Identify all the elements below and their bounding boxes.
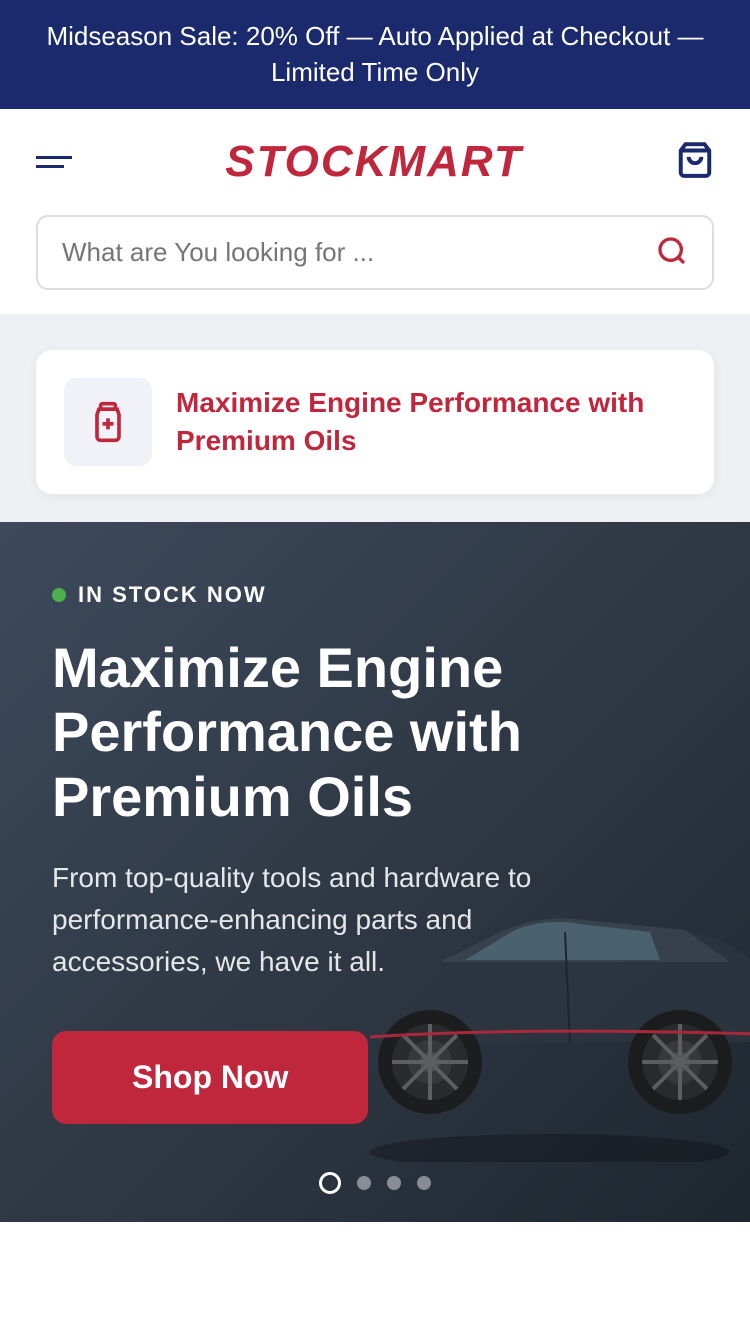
search-button[interactable] <box>656 235 688 270</box>
in-stock-badge: IN STOCK NOW <box>52 582 698 608</box>
product-card[interactable]: Maximize Engine Performance with Premium… <box>36 350 714 494</box>
search-input[interactable] <box>62 237 656 268</box>
in-stock-label: IN STOCK NOW <box>78 582 267 608</box>
pagination-dot-2[interactable] <box>357 1176 371 1190</box>
pagination-dot-1[interactable] <box>319 1172 341 1194</box>
promo-banner: Midseason Sale: 20% Off — Auto Applied a… <box>0 0 750 109</box>
header: STOCKMART <box>0 109 750 215</box>
pagination-dots <box>0 1172 750 1194</box>
shop-now-button[interactable]: Shop Now <box>52 1031 368 1124</box>
search-bar <box>36 215 714 290</box>
gray-section: Maximize Engine Performance with Premium… <box>0 314 750 1222</box>
product-card-title: Maximize Engine Performance with Premium… <box>176 384 686 460</box>
oil-bottle-icon <box>86 400 130 444</box>
menu-icon[interactable] <box>36 156 72 168</box>
in-stock-dot <box>52 588 66 602</box>
pagination-dot-4[interactable] <box>417 1176 431 1190</box>
hero-title: Maximize Engine Performance with Premium… <box>52 636 698 829</box>
hero-banner: IN STOCK NOW Maximize Engine Performance… <box>0 522 750 1222</box>
product-icon-box <box>64 378 152 466</box>
hero-content: IN STOCK NOW Maximize Engine Performance… <box>52 582 698 1124</box>
pagination-dot-3[interactable] <box>387 1176 401 1190</box>
hero-description: From top-quality tools and hardware to p… <box>52 857 532 983</box>
promo-text: Midseason Sale: 20% Off — Auto Applied a… <box>46 21 703 87</box>
logo[interactable]: STOCKMART <box>225 137 523 187</box>
search-icon <box>656 235 688 267</box>
cart-svg-icon <box>676 141 714 179</box>
cart-button[interactable] <box>676 141 714 182</box>
